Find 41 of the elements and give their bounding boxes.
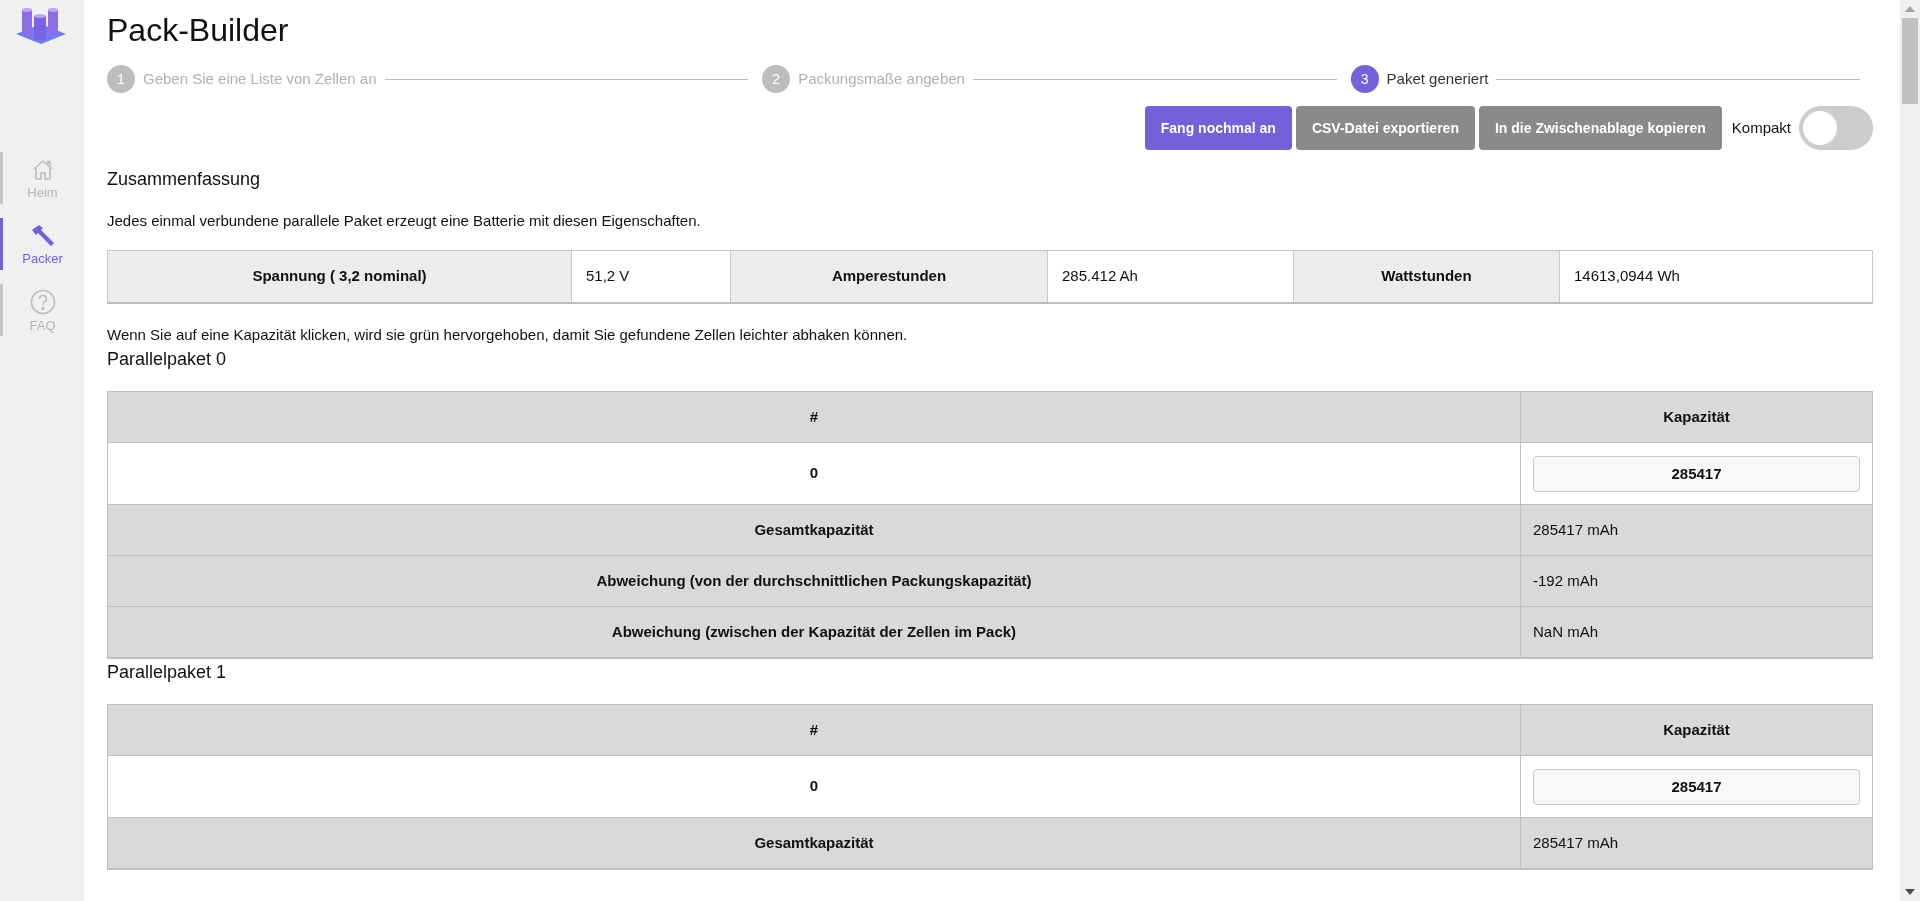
action-button[interactable]: In die Zwischenablage kopieren xyxy=(1478,106,1722,150)
step-label: Geben Sie eine Liste von Zellen an xyxy=(143,68,377,89)
column-header: Kapazität xyxy=(1520,705,1872,756)
step-number: 1 xyxy=(107,65,135,93)
pack-heading: Parallelpaket 1 xyxy=(107,661,227,684)
action-button[interactable]: CSV-Datei exportieren xyxy=(1295,106,1475,150)
pack-heading: Parallelpaket 0 xyxy=(107,348,227,371)
compact-label: Kompakt xyxy=(1731,117,1791,138)
hint-text: Wenn Sie auf eine Kapazität klicken, wird sie grün hervorgehoben, damit Sie gefundene Zellen leichter abhaken können. xyxy=(107,324,908,345)
step-label: Packungsmaße angeben xyxy=(798,68,965,89)
column-header: Kapazität xyxy=(1520,392,1872,443)
scroll-down-arrow[interactable] xyxy=(1905,889,1915,895)
help-icon xyxy=(29,288,56,315)
stat-label-cell: Abweichung (von der durchschnittlichen Packungskapazität) xyxy=(108,556,1520,607)
capacity-field[interactable]: 285417 xyxy=(1533,455,1860,492)
stat-value-cell: -192 mAh xyxy=(1520,556,1872,607)
stat-label-cell: Gesamtkapazität xyxy=(108,505,1520,556)
hammer-icon xyxy=(29,223,56,248)
stat-value-cell: 285417 mAh xyxy=(1520,505,1872,556)
step-number: 2 xyxy=(762,65,791,93)
summary-label-cell: Wattstunden xyxy=(1293,250,1559,302)
section-description: Jedes einmal verbundene parallele Paket erzeugt eine Batterie mit diesen Eigenschaften. xyxy=(107,211,701,231)
page-title: Pack-Builder xyxy=(107,11,289,46)
stat-value-cell: NaN mAh xyxy=(1520,607,1872,658)
summary-value-cell: 14613,0944 Wh xyxy=(1559,250,1873,302)
column-header: # xyxy=(108,392,1520,443)
summary-label-cell: Amperestunden xyxy=(730,250,1047,302)
step-label: Paket generiert xyxy=(1386,68,1489,89)
summary-label-cell: Spannung ( 3,2 nominal) xyxy=(108,250,571,302)
scroll-up-arrow[interactable] xyxy=(1905,6,1915,12)
compact-toggle[interactable] xyxy=(1799,106,1873,150)
stat-value-cell: 285417 mAh xyxy=(1520,818,1872,869)
capacity-field[interactable]: 285417 xyxy=(1533,768,1860,805)
nav-item[interactable]: Packer xyxy=(0,218,82,270)
step-number: 3 xyxy=(1350,65,1379,93)
scrollbar-thumb[interactable] xyxy=(1902,18,1918,104)
action-button[interactable]: Fang nochmal an xyxy=(1144,106,1292,150)
stat-label-cell: Abweichung (zwischen der Kapazität der Zellen im Pack) xyxy=(108,607,1520,658)
stat-label-cell: Gesamtkapazität xyxy=(108,818,1520,869)
column-header: # xyxy=(108,705,1520,756)
section-heading: Zusammenfassung xyxy=(107,168,261,191)
